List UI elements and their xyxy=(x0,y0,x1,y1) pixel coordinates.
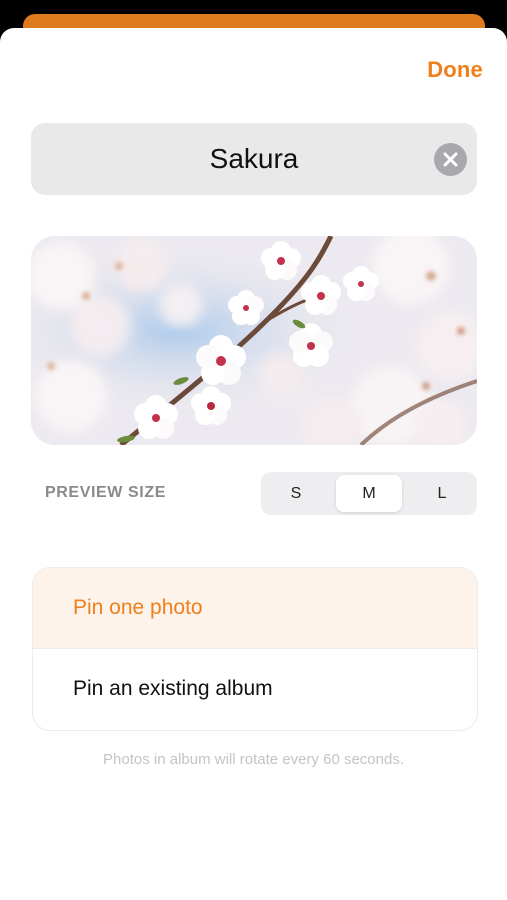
rotation-footnote: Photos in album will rotate every 60 sec… xyxy=(103,751,404,768)
clear-icon[interactable] xyxy=(434,143,467,176)
preview-size-s[interactable]: S xyxy=(263,475,329,512)
done-button[interactable]: Done xyxy=(427,57,483,83)
album-title-field[interactable]: Sakura xyxy=(31,123,477,195)
cherry-blossom-photo[interactable] xyxy=(31,236,477,445)
preview-size-label: PREVIEW SIZE xyxy=(45,484,166,501)
preview-size-m[interactable]: M xyxy=(336,475,402,512)
preview-size-segmented-control: S M L xyxy=(261,472,477,515)
album-title-input[interactable]: Sakura xyxy=(31,143,477,175)
preview-size-l[interactable]: L xyxy=(409,475,475,512)
pin-existing-album-option[interactable]: Pin an existing album xyxy=(33,649,477,729)
pin-one-photo-option[interactable]: Pin one photo xyxy=(33,568,477,648)
pin-options-list: Pin one photo Pin an existing album xyxy=(32,567,478,731)
